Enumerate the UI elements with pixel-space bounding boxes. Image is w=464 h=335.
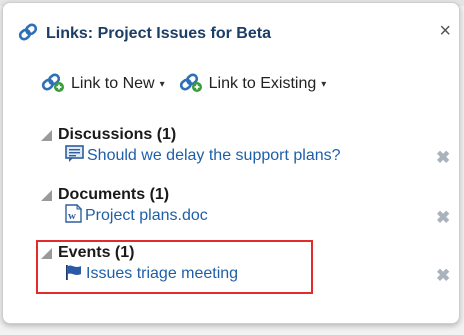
- popup-header: Links: Project Issues for Beta: [17, 21, 271, 47]
- link-chain-icon: [17, 21, 39, 48]
- remove-link-icon[interactable]: ✖: [436, 208, 450, 228]
- remove-link-icon[interactable]: ✖: [436, 148, 450, 168]
- link-to-existing-label: Link to Existing: [208, 75, 317, 92]
- links-popup: Links: Project Issues for Beta × Link to…: [2, 2, 460, 324]
- discussion-link[interactable]: Should we delay the support plans?: [65, 144, 341, 168]
- link-add-icon: [41, 71, 65, 98]
- discussions-heading: Discussions (1): [58, 126, 177, 143]
- documents-header: Documents (1): [41, 185, 208, 205]
- discussion-icon: [65, 144, 84, 168]
- word-document-icon: w: [65, 203, 83, 228]
- discussions-section: Discussions (1) Should we delay the supp…: [41, 125, 341, 167]
- svg-text:w: w: [68, 210, 76, 222]
- link-add-icon: [179, 71, 203, 98]
- documents-heading: Documents (1): [58, 186, 170, 203]
- link-toolbar: Link to New ▾ Link to Existing ▾: [41, 69, 326, 99]
- highlight-box: [36, 240, 313, 294]
- remove-link-icon[interactable]: ✖: [436, 266, 450, 286]
- documents-section: Documents (1) w Project plans.doc: [41, 185, 208, 227]
- discussions-header: Discussions (1): [41, 125, 341, 145]
- document-link[interactable]: w Project plans.doc: [65, 203, 208, 228]
- link-to-new-button[interactable]: Link to New ▾: [41, 71, 165, 98]
- close-icon[interactable]: ×: [439, 21, 451, 41]
- discussion-link-label: Should we delay the support plans?: [87, 147, 341, 164]
- link-to-new-label: Link to New: [71, 75, 155, 92]
- collapse-triangle-icon[interactable]: [41, 189, 52, 201]
- collapse-triangle-icon[interactable]: [41, 129, 52, 141]
- link-to-existing-button[interactable]: Link to Existing ▾: [179, 71, 327, 98]
- chevron-down-icon: ▾: [159, 78, 165, 90]
- popup-title: Links: Project Issues for Beta: [46, 25, 271, 42]
- document-link-label: Project plans.doc: [85, 207, 208, 224]
- chevron-down-icon: ▾: [321, 78, 327, 90]
